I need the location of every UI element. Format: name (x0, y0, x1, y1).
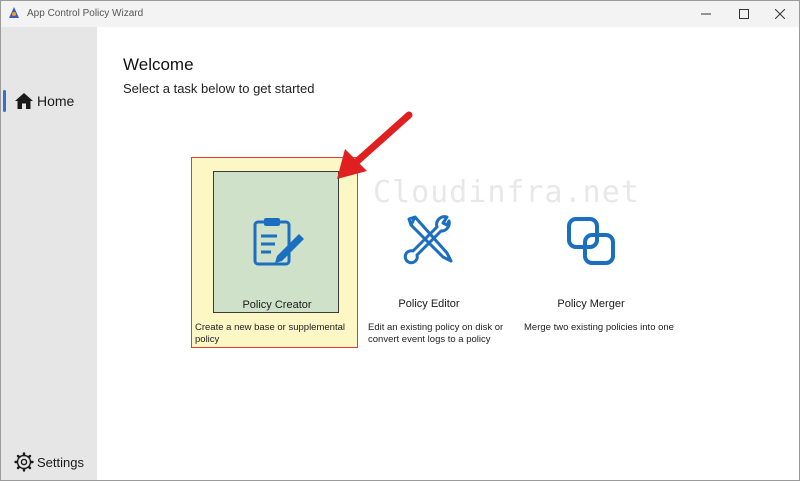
sidebar-item-label: Home (37, 93, 75, 109)
clipboard-pencil-icon (253, 218, 304, 266)
app-logo-icon (9, 7, 19, 18)
card-title: Policy Merger (557, 298, 625, 310)
card-description: Create a new base or supplemental policy (195, 322, 345, 345)
annotation-arrow-icon (337, 111, 413, 179)
gear-icon (14, 452, 34, 472)
policy-merger-card[interactable]: Policy Merger (528, 171, 654, 313)
window-title: App Control Policy Wizard (27, 8, 144, 19)
sidebar-item-settings[interactable]: Settings (1, 449, 97, 477)
maximize-icon (739, 9, 749, 19)
card-description: Merge two existing policies into one (524, 322, 674, 333)
sidebar-item-label: Settings (37, 455, 84, 470)
close-icon (775, 9, 785, 19)
policy-creator-card[interactable]: Policy Creator (213, 171, 339, 313)
page-subtitle: Select a task below to get started (123, 81, 315, 96)
card-title: Policy Creator (242, 299, 312, 311)
home-icon (15, 93, 33, 109)
card-title: Policy Editor (398, 298, 460, 310)
tools-icon (403, 215, 453, 265)
minimize-icon (701, 13, 711, 15)
card-description: Edit an existing policy on disk or conve… (368, 322, 504, 345)
app-window: App Control Policy Wizard Home Settings … (0, 0, 800, 481)
title-bar: App Control Policy Wizard (1, 1, 799, 27)
page-title: Welcome (123, 55, 194, 74)
merge-squares-icon (567, 217, 615, 265)
sidebar: Home Settings (1, 27, 97, 480)
selection-indicator (3, 90, 6, 112)
close-button[interactable] (757, 1, 800, 27)
policy-editor-card[interactable]: Policy Editor (366, 171, 492, 313)
sidebar-item-home[interactable]: Home (1, 87, 97, 115)
